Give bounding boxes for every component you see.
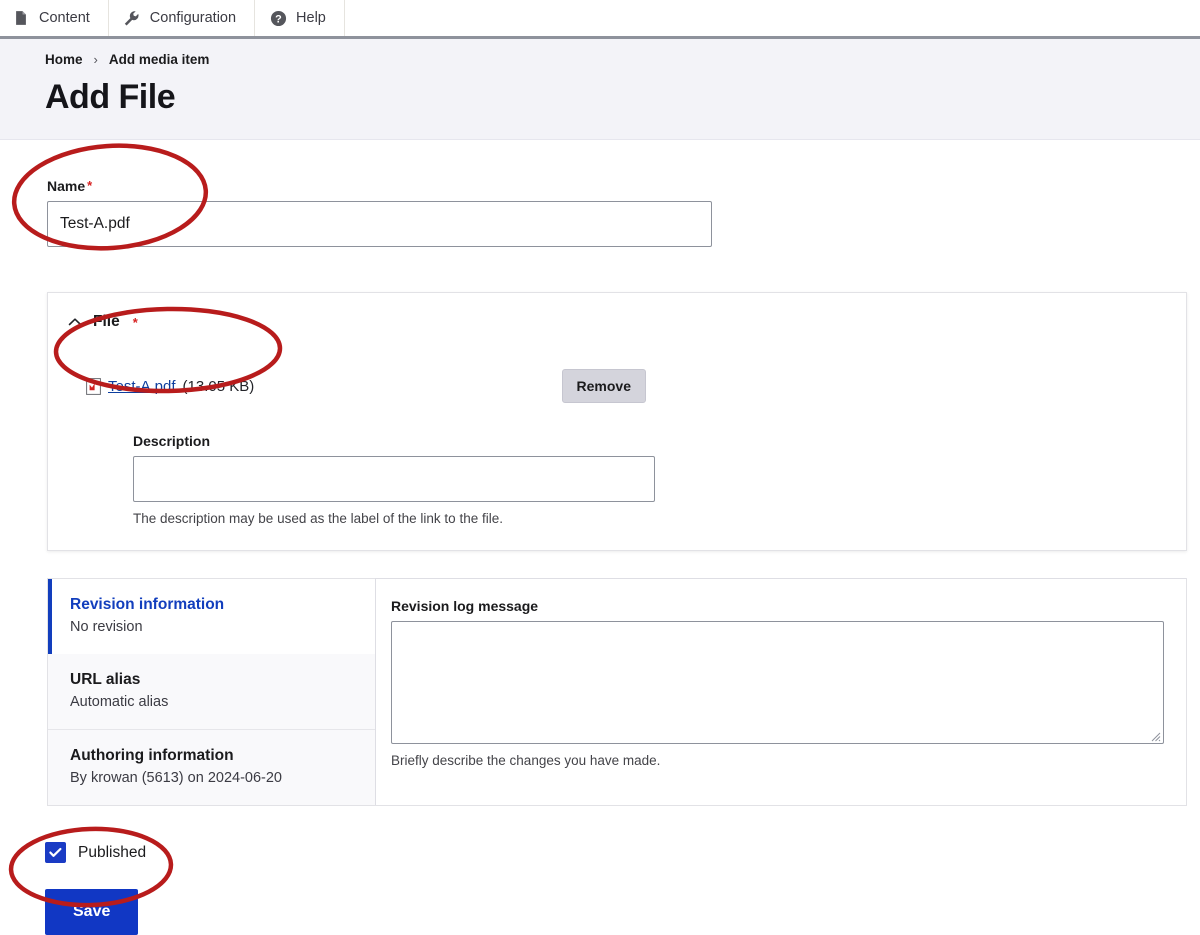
vertical-tab-authoring-information[interactable]: Authoring information By krowan (5613) o… [48,730,375,805]
add-file-form: Name* File * Test-A.pdf [0,140,1200,935]
vertical-tab-title: Revision information [70,596,225,613]
published-label[interactable]: Published [78,844,146,862]
save-button[interactable]: Save [45,889,139,935]
vertical-tab-summary: Automatic alias [70,694,169,711]
page-title: Add File [45,78,176,116]
vertical-tab-summary: No revision [70,619,143,636]
published-checkbox[interactable] [45,842,66,864]
vertical-tab-revision-information[interactable]: Revision information No revision [48,579,375,655]
toolbar-item-configuration[interactable]: Configuration [109,0,256,36]
file-card-title: File [93,313,120,330]
question-circle-icon: ? [269,9,287,27]
revision-log-label: Revision log message [391,598,539,614]
description-label: Description [133,433,211,449]
breadcrumb-current: Add media item [108,52,210,67]
breadcrumb-separator-icon: › [93,52,98,67]
uploaded-file-link[interactable]: Test-A.pdf [108,378,176,395]
uploaded-file-size: (13.05 KB) [182,377,255,395]
breadcrumb: Home › Add media item [0,52,1200,67]
uploaded-file-info: Test-A.pdf (13.05 KB) [86,378,254,395]
wrench-icon [123,9,141,27]
revision-log-textarea[interactable] [391,621,1164,744]
vertical-tab-title: Authoring information [70,747,234,765]
toolbar-item-configuration-label: Configuration [149,9,237,26]
vertical-tab-url-alias[interactable]: URL alias Automatic alias [48,654,375,731]
toolbar-item-content-label: Content [39,9,90,26]
breadcrumb-home[interactable]: Home [45,52,83,67]
required-marker: * [132,314,138,330]
vertical-tab-title: URL alias [70,671,141,689]
vertical-tab-summary: By krowan (5613) on 2024-06-20 [70,770,282,787]
description-help-text: The description may be used as the label… [133,511,503,526]
revision-information-panel: Revision log message Briefly describe th… [375,578,1186,806]
revision-log-help-text: Briefly describe the changes you have ma… [391,753,661,768]
revision-log-wrapper [391,621,1164,744]
pdf-file-icon [86,377,101,395]
name-input[interactable] [47,201,712,247]
document-icon [12,9,30,27]
chevron-up-icon[interactable] [68,315,82,329]
name-label-text: Name [47,178,86,194]
file-card-header[interactable]: File * [48,313,1186,331]
description-input[interactable] [133,456,655,502]
checkmark-icon [49,848,62,858]
vertical-tabs: Revision information No revision URL ali… [47,578,1187,807]
published-row: Published [45,842,1200,864]
required-marker: * [87,178,93,193]
toolbar-item-content[interactable]: Content [0,0,109,36]
page-header: Home › Add media item Add File [0,39,1200,140]
file-card: File * Test-A.pdf (13.05 KB) Remove Desc… [47,292,1187,551]
uploaded-file-row: Test-A.pdf (13.05 KB) Remove [86,369,646,403]
admin-toolbar: Content Configuration ? Help [0,0,1200,39]
svg-text:?: ? [275,13,282,25]
toolbar-item-help[interactable]: ? Help [255,0,345,36]
vertical-tabs-list: Revision information No revision URL ali… [48,579,375,805]
name-field-group: Name * [0,140,1200,247]
remove-file-button[interactable]: Remove [561,369,646,403]
name-label: Name * [47,178,92,194]
toolbar-item-help-label: Help [296,9,326,26]
description-group: Description The description may be used … [133,433,1186,526]
